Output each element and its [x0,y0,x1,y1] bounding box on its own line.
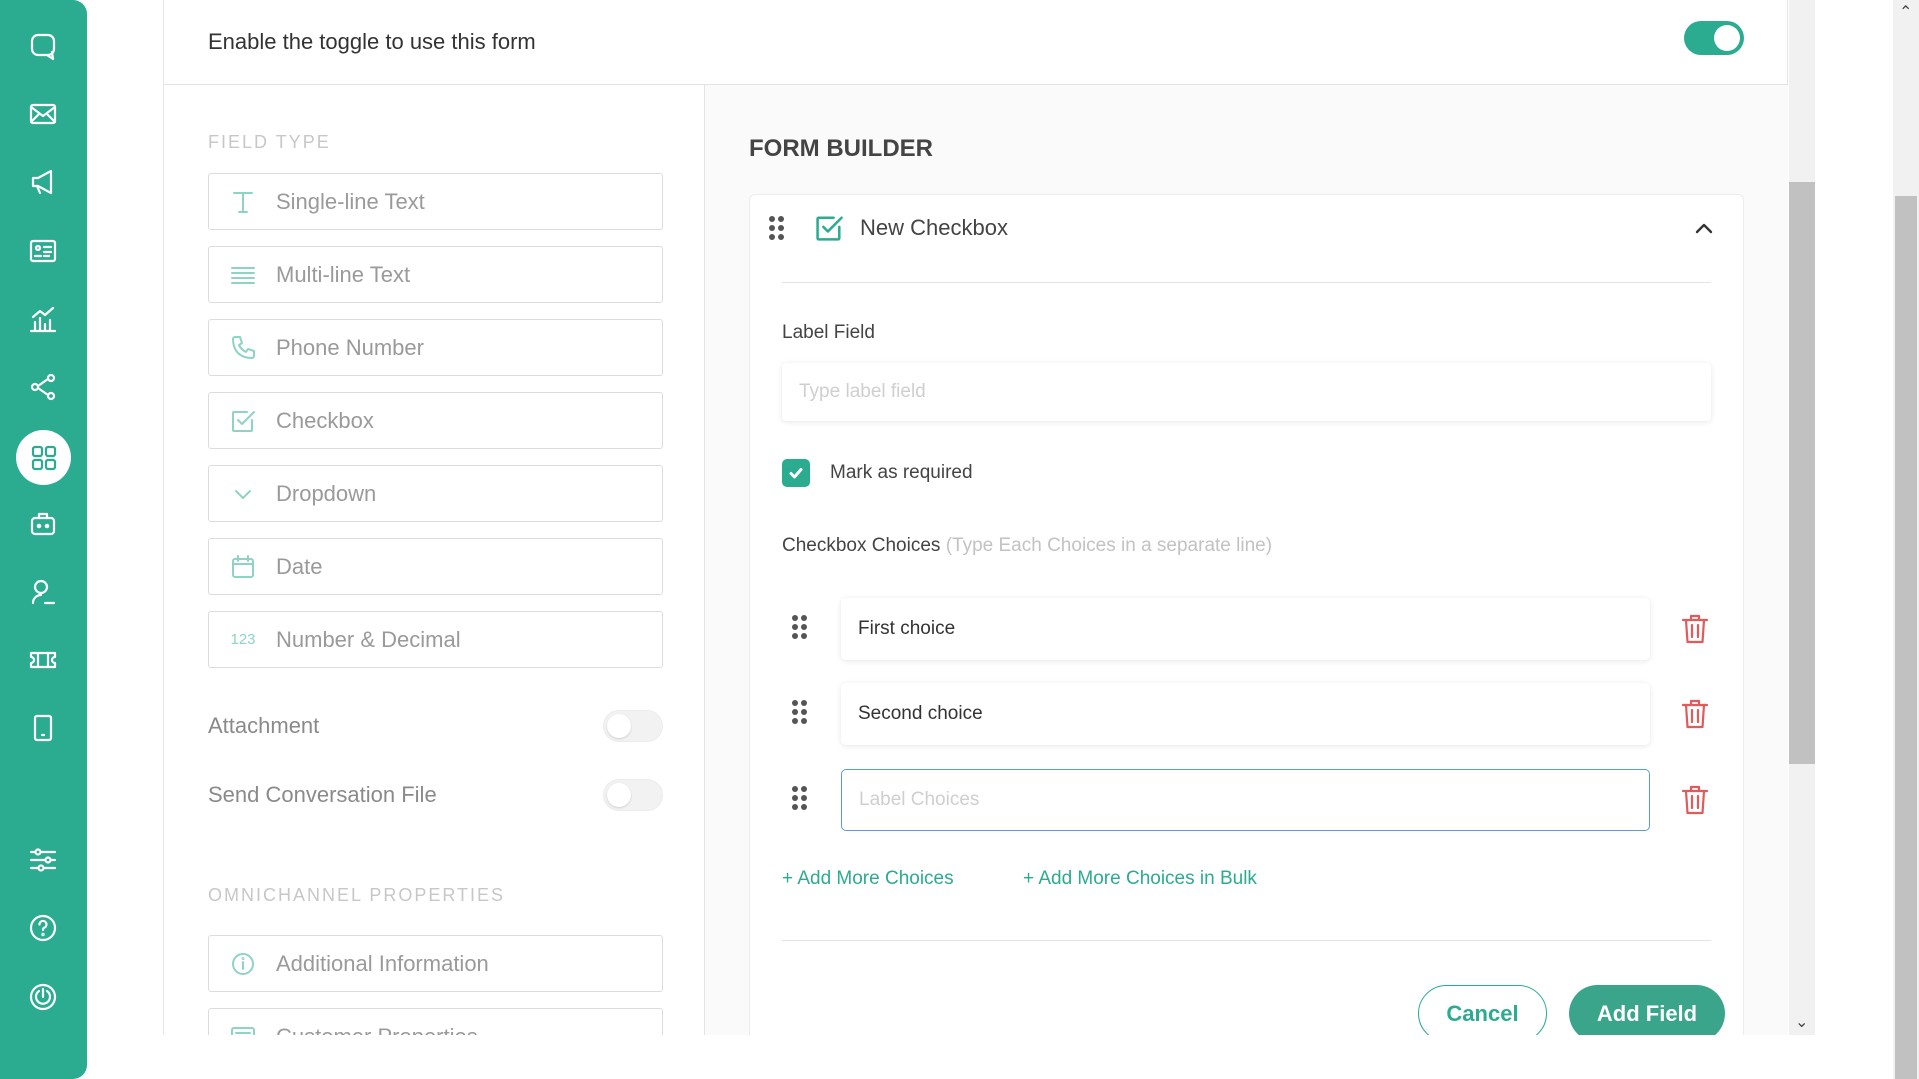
text-t-icon [227,186,259,218]
checkbox-icon [227,405,259,437]
choice-row [782,598,1711,660]
analytics-icon[interactable] [22,298,64,340]
card-header[interactable]: New Checkbox [750,195,1743,261]
field-type-heading: FIELD TYPE [208,132,331,152]
scrollbar-thumb[interactable] [1789,182,1815,764]
lines-icon [227,259,259,291]
field-type-label: Checkbox [276,407,374,433]
cancel-button[interactable]: Cancel [1418,985,1547,1035]
field-type-panel: FIELD TYPE Single-line Text Multi-line T… [164,85,705,1035]
omni-additional-information[interactable]: Additional Information [208,935,663,992]
choice-input[interactable] [841,769,1650,831]
omni-label: Customer Properties [276,1024,478,1036]
field-type-phone[interactable]: Phone Number [208,319,663,376]
field-type-checkbox[interactable]: Checkbox [208,392,663,449]
field-type-dropdown[interactable]: Dropdown [208,465,663,522]
contact-card-icon[interactable] [22,230,64,272]
help-icon[interactable] [22,907,64,949]
field-type-label: Phone Number [276,334,424,360]
trash-icon[interactable] [1679,697,1711,731]
toggle-knob [607,714,631,738]
attachment-row: Attachment [208,706,663,746]
agent-icon[interactable] [22,571,64,613]
divider [782,940,1711,941]
chevron-down-icon [227,478,259,510]
scrollbar-thumb[interactable] [1895,196,1917,1079]
drag-handle-icon[interactable] [769,216,784,240]
enable-form-toggle[interactable] [1684,21,1744,55]
info-icon [227,948,259,980]
mark-required-row: Mark as required [782,459,973,487]
field-type-label: Date [276,553,323,579]
toggle-knob [607,783,631,807]
drag-handle-icon[interactable] [792,700,807,724]
checkbox-icon [813,212,845,244]
field-type-single-line[interactable]: Single-line Text [208,173,663,230]
share-nodes-icon[interactable] [22,366,64,408]
form-builder-panel: FORM BUILDER New Checkbox Label Field Ty… [705,85,1788,1035]
field-type-label: Single-line Text [276,188,425,214]
omni-label: Additional Information [276,950,489,976]
number-icon: 123 [230,631,256,648]
trash-icon[interactable] [1679,612,1711,646]
field-type-label: Multi-line Text [276,261,411,287]
choice-input[interactable] [841,598,1650,660]
toggle-knob [1714,25,1740,51]
trash-icon[interactable] [1679,783,1711,817]
enable-form-text: Enable the toggle to use this form [208,29,536,54]
label-field-label: Label Field [782,322,875,343]
attachment-toggle[interactable] [603,710,663,742]
omnichannel-heading: OMNICHANNEL PROPERTIES [208,885,506,905]
field-type-label: Dropdown [276,480,377,506]
form-builder-title: FORM BUILDER [749,135,933,162]
phone-icon [227,332,259,364]
send-conversation-toggle[interactable] [603,779,663,811]
card-icon [227,1021,259,1035]
mobile-icon[interactable] [22,707,64,749]
choice-row [782,769,1711,831]
enable-form-bar: Enable the toggle to use this form [164,0,1787,85]
sliders-icon[interactable] [22,839,64,881]
drag-handle-icon[interactable] [792,615,807,639]
card-title: New Checkbox [860,215,1008,240]
choice-row [782,683,1711,745]
field-type-multi-line[interactable]: Multi-line Text [208,246,663,303]
megaphone-icon[interactable] [22,161,64,203]
field-type-number[interactable]: 123 Number & Decimal [208,611,663,668]
scroll-down-icon[interactable]: ⌄ [1795,1012,1808,1032]
divider [782,282,1711,283]
mark-required-checkbox[interactable] [782,459,810,487]
page-scrollbar[interactable]: ⌃ [1893,0,1919,1079]
checkbox-choices-label: Checkbox Choices (Type Each Choices in a… [782,535,1272,557]
omni-customer-properties[interactable]: Customer Properties [208,1008,663,1035]
mail-icon[interactable] [22,93,64,135]
choices-label-text: Checkbox Choices [782,535,941,556]
drag-handle-icon[interactable] [792,786,807,810]
form-settings-panel: Enable the toggle to use this form FIELD… [163,0,1788,1035]
choice-input[interactable] [841,683,1650,745]
calendar-icon [227,551,259,583]
chat-icon[interactable] [22,25,64,67]
field-type-label: Number & Decimal [276,626,461,652]
field-type-date[interactable]: Date [208,538,663,595]
add-field-button[interactable]: Add Field [1569,985,1725,1035]
label-field-input[interactable] [782,363,1711,421]
mark-required-label: Mark as required [830,462,973,483]
add-bulk-choices-link[interactable]: + Add More Choices in Bulk [1023,868,1257,890]
field-editor-card: New Checkbox Label Field Mark as require… [749,194,1744,1035]
send-conversation-label: Send Conversation File [208,782,437,807]
scroll-up-icon[interactable]: ⌃ [1899,2,1912,22]
add-more-choices-link[interactable]: + Add More Choices [782,868,954,890]
inner-scrollbar[interactable]: ⌄ [1789,0,1815,1035]
apps-grid-icon[interactable] [16,430,71,485]
sidebar [0,0,87,1079]
choices-hint-text: (Type Each Choices in a separate line) [945,535,1273,556]
power-icon[interactable] [22,976,64,1018]
attachment-label: Attachment [208,713,320,738]
collapse-chevron-icon[interactable] [1693,217,1715,239]
bot-icon[interactable] [22,503,64,545]
ticket-icon[interactable] [22,639,64,681]
send-conversation-row: Send Conversation File [208,775,663,815]
